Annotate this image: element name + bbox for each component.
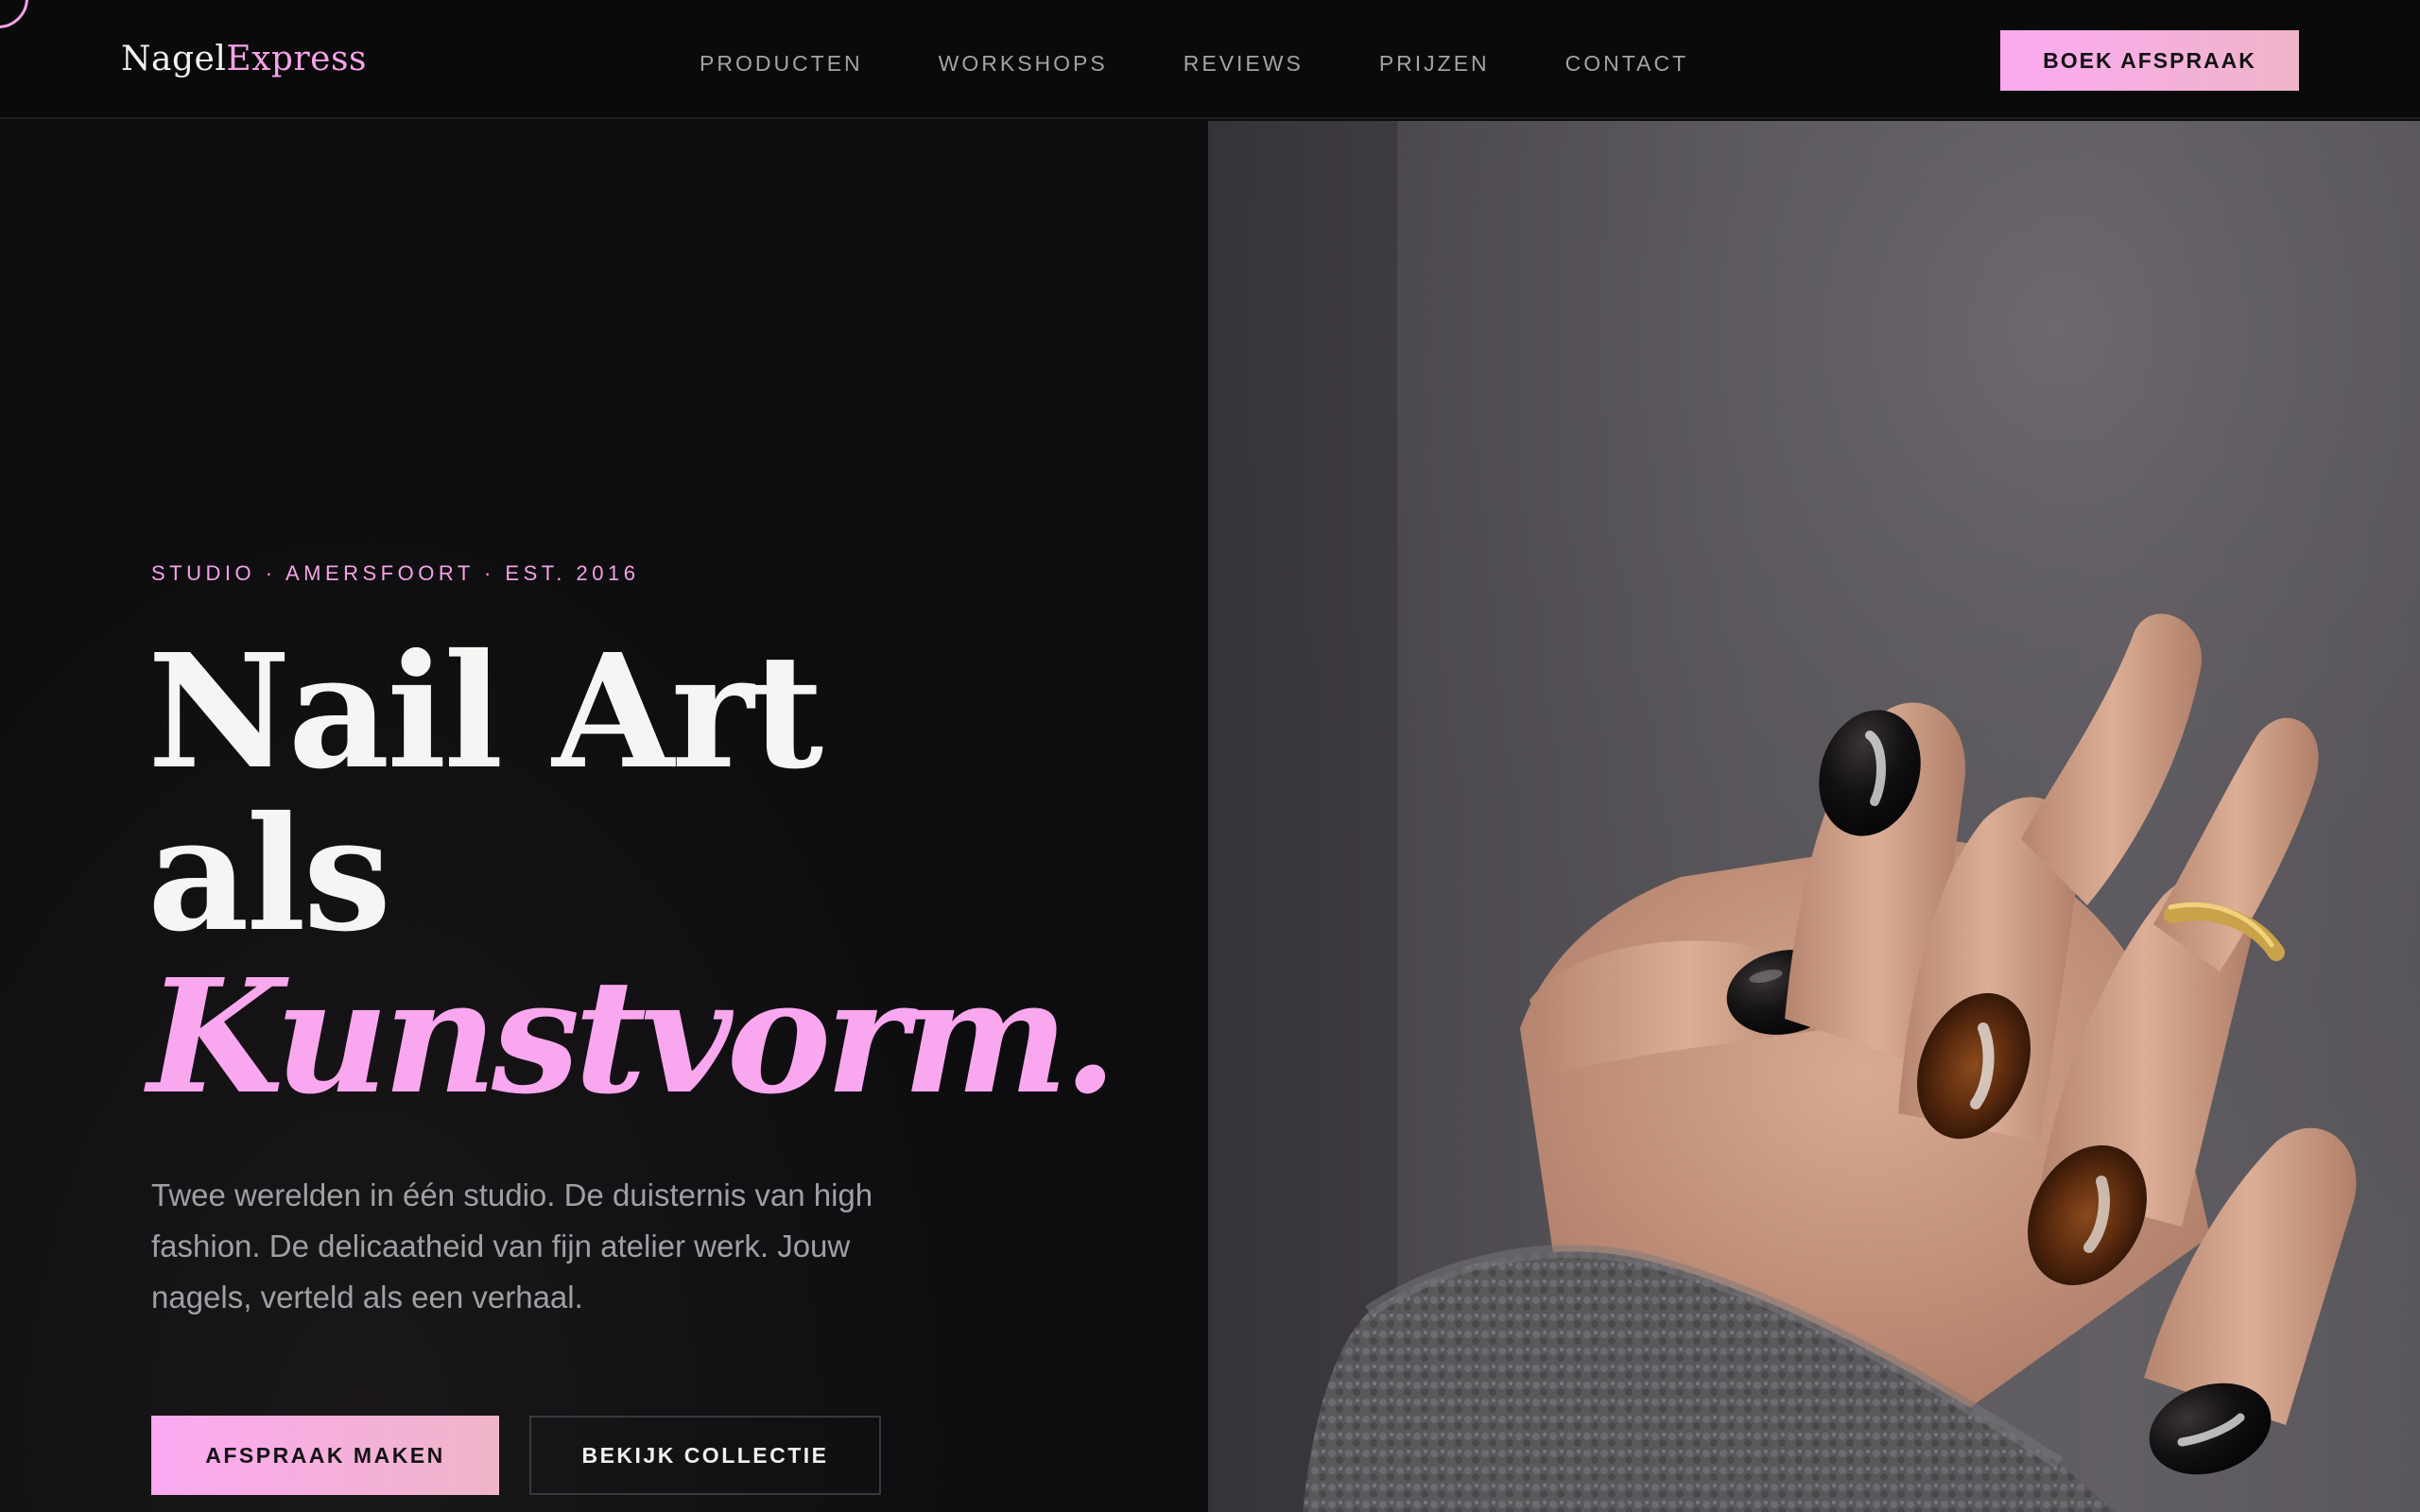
hero-title-line2: als	[147, 782, 391, 967]
book-appointment-button[interactable]: BOEK AFSPRAAK	[2000, 30, 2299, 91]
site-header: NagelExpress PRODUCTEN WORKSHOPS REVIEWS…	[0, 0, 2420, 119]
corner-circle-icon	[0, 0, 28, 28]
hero-title-line1: Nail Art	[147, 620, 823, 804]
main-nav: PRODUCTEN WORKSHOPS REVIEWS PRIJZEN CONT…	[700, 47, 1688, 79]
nav-link-prijzen[interactable]: PRIJZEN	[1379, 47, 1490, 79]
nav-link-producten[interactable]: PRODUCTEN	[700, 47, 863, 79]
nav-link-contact[interactable]: CONTACT	[1565, 47, 1688, 79]
make-appointment-button[interactable]: AFSPRAAK MAKEN	[151, 1416, 499, 1495]
nav-link-workshops[interactable]: WORKSHOPS	[939, 47, 1108, 79]
hero-title-accent: Kunstvorm.	[147, 945, 1117, 1129]
brand-logo[interactable]: NagelExpress	[121, 36, 367, 83]
hand-with-dark-nails-icon	[1208, 121, 2420, 1512]
brand-name-part1: Nagel	[121, 40, 227, 78]
hero-photo	[1208, 121, 2420, 1512]
brand-name-part2: Express	[226, 40, 367, 78]
hero-eyebrow: STUDIO · AMERSFOORT · EST. 2016	[151, 561, 640, 585]
hero-description: Twee werelden in één studio. De duistern…	[151, 1177, 873, 1314]
page: NagelExpress PRODUCTEN WORKSHOPS REVIEWS…	[0, 0, 2420, 1512]
hero-title: Nail Art als Kunstvorm.	[147, 620, 1117, 1129]
view-collection-button[interactable]: BEKIJK COLLECTIE	[529, 1416, 881, 1495]
nav-link-reviews[interactable]: REVIEWS	[1184, 47, 1304, 79]
